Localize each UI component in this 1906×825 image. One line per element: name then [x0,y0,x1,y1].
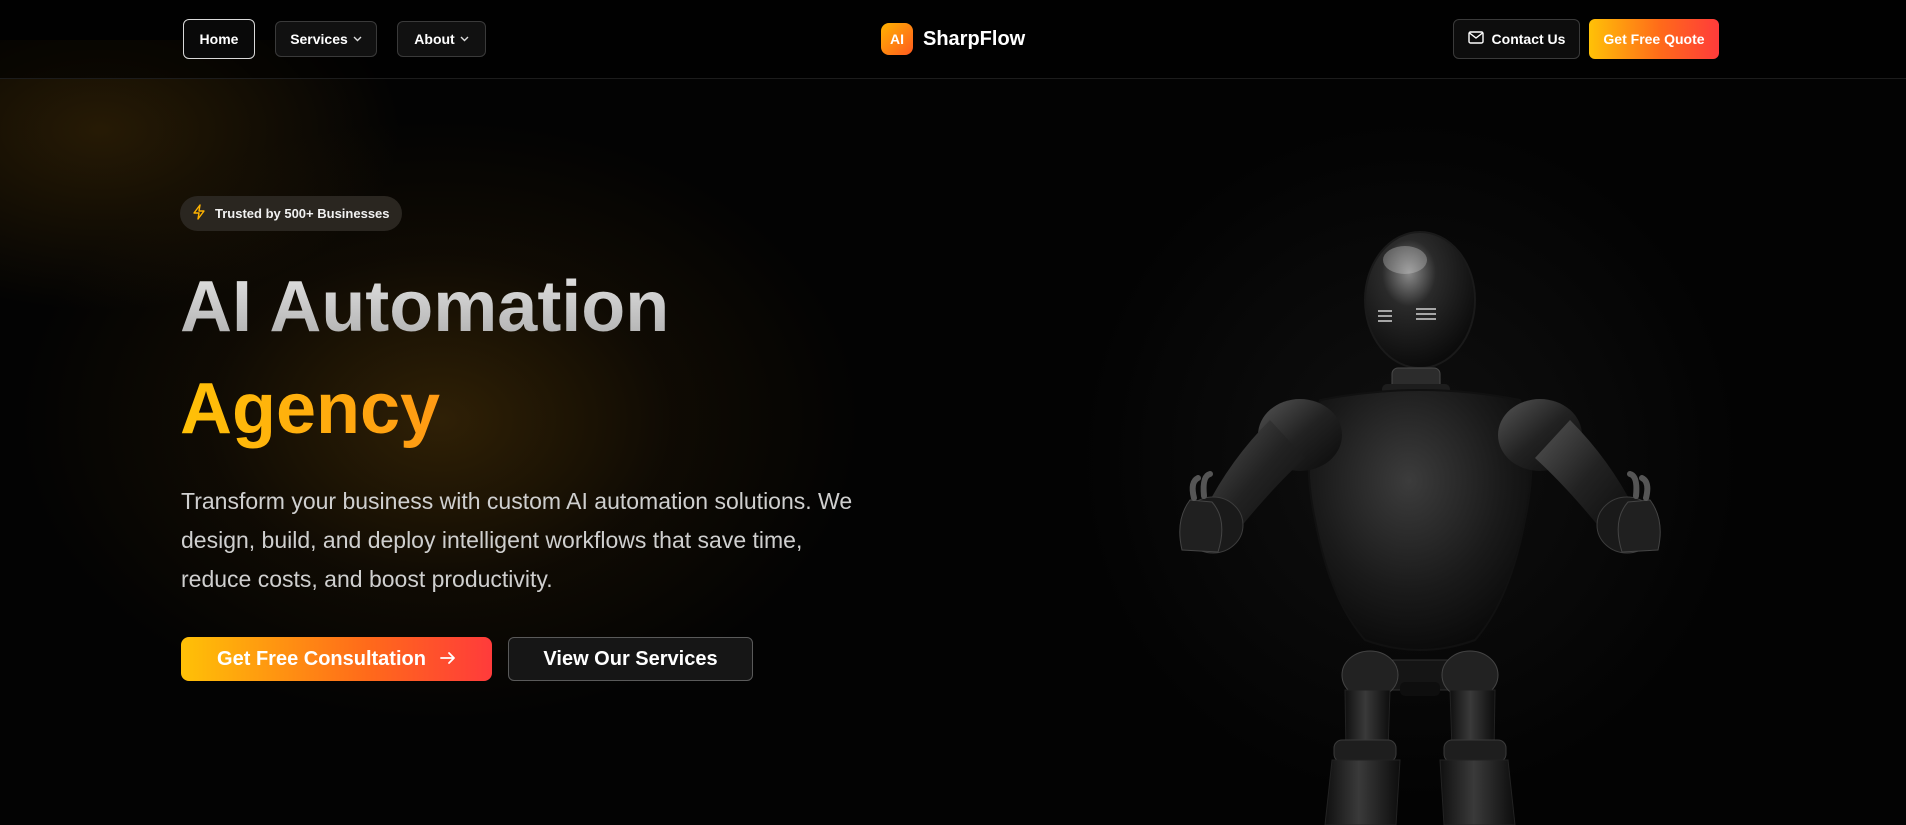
cta-primary-label: Get Free Consultation [217,647,426,670]
hero-title-line2: Agency [180,364,440,454]
chevron-down-icon [353,34,362,45]
nav-services-dropdown[interactable]: Services [275,21,377,57]
view-our-services-button[interactable]: View Our Services [508,637,753,681]
arrow-right-icon [440,648,456,671]
landing-page: Home Services About AI SharpFlow Contact… [0,0,1906,825]
background-glow [0,40,1080,740]
nav-services-label: Services [290,31,348,47]
trust-badge-text: Trusted by 500+ Businesses [215,206,390,221]
contact-us-button[interactable]: Contact Us [1453,19,1580,59]
mail-icon [1467,31,1484,47]
nav-about-dropdown[interactable]: About [397,21,486,57]
contact-us-label: Contact Us [1491,31,1566,47]
get-free-quote-label: Get Free Quote [1603,31,1705,47]
chevron-down-icon [460,34,469,45]
brand-name: SharpFlow [923,27,1026,50]
cta-secondary-label: View Our Services [543,647,718,670]
lightning-icon [192,204,206,223]
get-free-quote-button[interactable]: Get Free Quote [1589,19,1719,59]
trust-badge: Trusted by 500+ Businesses [180,196,402,231]
brand-logo[interactable]: AI SharpFlow [881,23,1025,55]
nav-home-button[interactable]: Home [183,19,255,59]
navbar: Home Services About AI SharpFlow Contact… [0,0,1906,79]
logo-badge: AI [881,23,913,55]
hero-description: Transform your business with custom AI a… [181,488,853,592]
get-free-consultation-button[interactable]: Get Free Consultation [181,637,492,681]
nav-home-label: Home [199,31,239,47]
hero-title-line1: AI Automation [180,262,669,352]
robot-illustration [1120,220,1700,825]
nav-about-label: About [414,31,455,47]
